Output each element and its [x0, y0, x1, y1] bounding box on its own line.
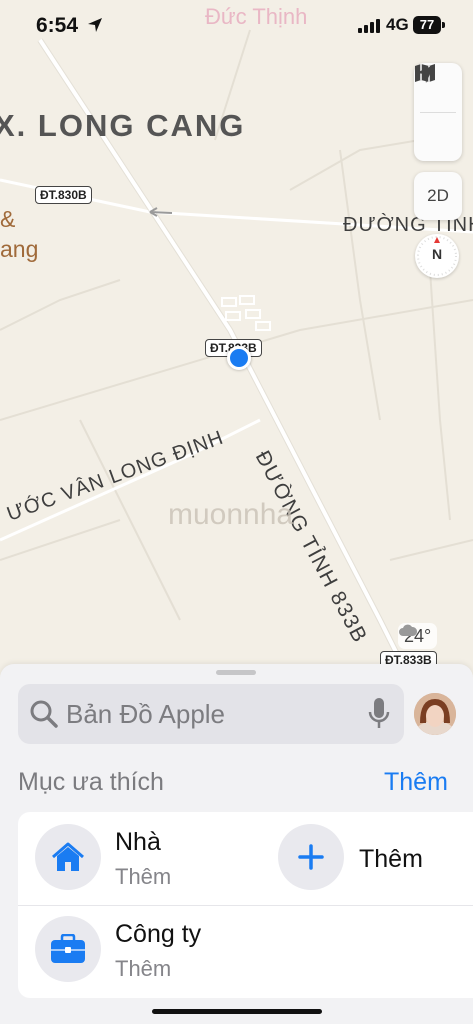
search-icon — [30, 700, 58, 728]
briefcase-icon — [51, 934, 85, 963]
status-bar: 6:54 4G 77 — [0, 0, 473, 54]
favorite-subtitle: Thêm — [115, 864, 172, 889]
network-type: 4G — [386, 15, 409, 34]
favorite-work[interactable]: Công ty Thêm — [18, 906, 258, 998]
search-field[interactable]: Bản Đồ Apple — [18, 684, 404, 744]
cloud-icon — [399, 624, 418, 636]
map-poi-label-2: ang — [0, 236, 39, 262]
view-2d-button[interactable]: 2D — [414, 172, 462, 220]
home-icon — [52, 842, 84, 871]
favorite-home-circle — [35, 824, 101, 890]
favorite-add[interactable]: Thêm — [260, 812, 473, 904]
bottom-sheet[interactable]: Bản Đồ Apple Mục ưa thích Thêm Nhà Thêm … — [0, 664, 473, 1024]
search-placeholder: Bản Đồ Apple — [66, 699, 226, 729]
favorite-subtitle: Thêm — [115, 956, 172, 981]
favorite-add-circle — [278, 824, 344, 890]
favorite-name: Nhà — [115, 828, 161, 856]
favorites-title: Mục ưa thích — [18, 768, 164, 796]
home-indicator[interactable] — [152, 1009, 322, 1014]
signal-icon — [358, 19, 380, 33]
map-view[interactable]: Đức Thịnh X. LONG CANG & ang ĐT.830B ĐT.… — [0, 0, 473, 680]
compass[interactable]: N — [415, 234, 459, 278]
favorites-more-link[interactable]: Thêm — [384, 768, 448, 797]
user-location-dot — [227, 346, 251, 370]
avatar[interactable] — [414, 693, 456, 735]
compass-label: N — [431, 246, 443, 262]
sheet-grabber[interactable] — [216, 670, 256, 675]
status-time: 6:54 — [36, 14, 79, 37]
profile-photo — [414, 693, 456, 735]
map-poi-label: & — [0, 206, 16, 232]
location-arrow-icon — [416, 65, 434, 83]
favorite-home[interactable]: Nhà Thêm — [18, 812, 258, 904]
plus-icon — [298, 844, 324, 870]
map-area-label: X. LONG CANG — [0, 108, 246, 143]
microphone-icon[interactable] — [367, 697, 391, 731]
map-controls — [414, 63, 462, 161]
road-shield: ĐT.830B — [35, 186, 92, 204]
favorite-work-circle — [35, 916, 101, 982]
location-services-icon — [88, 18, 102, 32]
watermark: muonnha — [168, 498, 294, 531]
weather-badge[interactable]: 24° — [398, 623, 438, 649]
battery-tip — [442, 22, 445, 28]
favorite-name: Công ty — [115, 920, 202, 948]
locate-button[interactable] — [414, 65, 462, 162]
card-divider — [18, 905, 473, 906]
battery-icon: 77 — [413, 16, 441, 34]
favorite-name: Thêm — [359, 845, 423, 873]
